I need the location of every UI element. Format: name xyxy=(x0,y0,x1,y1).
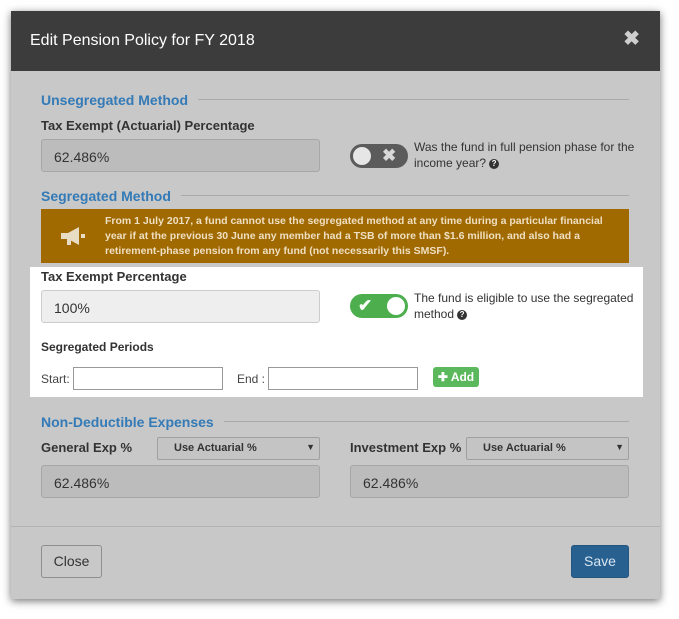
general-exp-field: 62.486% xyxy=(41,465,320,498)
segregated-section-title: Segregated Method xyxy=(41,188,181,204)
modal-header: Edit Pension Policy for FY 2018 ✖ xyxy=(11,11,660,71)
non-deductible-section-title: Non-Deductible Expenses xyxy=(41,414,224,430)
tax-exempt-percentage-label: Tax Exempt Percentage xyxy=(41,269,187,284)
investment-exp-label: Investment Exp % xyxy=(350,440,462,455)
tax-exempt-actuarial-label: Tax Exempt (Actuarial) Percentage xyxy=(41,118,255,133)
modal-title: Edit Pension Policy for FY 2018 xyxy=(30,32,255,49)
segregated-eligible-text: The fund is eligible to use the segregat… xyxy=(414,290,642,322)
megaphone-icon xyxy=(61,227,85,245)
tax-exempt-actuarial-field: 62.486% xyxy=(41,139,320,172)
segregated-eligible-toggle[interactable]: ✔ xyxy=(350,294,408,318)
investment-exp-select-value: Use Actuarial % xyxy=(483,442,566,454)
end-date-input[interactable] xyxy=(268,367,418,390)
close-button[interactable]: Close xyxy=(41,545,102,578)
plus-icon: ✚ xyxy=(437,370,448,384)
help-icon[interactable]: ? xyxy=(457,310,468,320)
start-label: Start: xyxy=(41,372,70,386)
general-exp-label: General Exp % xyxy=(41,440,133,455)
tax-exempt-percentage-field: 100% xyxy=(41,290,320,323)
chevron-down-icon: ▼ xyxy=(615,442,624,452)
edit-pension-policy-modal: Edit Pension Policy for FY 2018 ✖ Unsegr… xyxy=(11,11,660,599)
end-label: End : xyxy=(237,372,266,386)
cross-icon: ✖ xyxy=(382,146,397,165)
full-pension-phase-label: Was the fund in full pension phase for t… xyxy=(414,140,635,170)
general-exp-select[interactable]: Use Actuarial % ▼ xyxy=(157,437,320,460)
full-pension-phase-toggle[interactable]: ✖ xyxy=(350,144,408,168)
toggle-knob xyxy=(387,297,405,315)
investment-exp-select[interactable]: Use Actuarial % ▼ xyxy=(466,437,629,460)
full-pension-phase-text: Was the fund in full pension phase for t… xyxy=(414,139,642,171)
banner-text: From 1 July 2017, a fund cannot use the … xyxy=(105,215,603,257)
segregated-periods-label: Segregated Periods xyxy=(41,340,154,354)
save-button[interactable]: Save xyxy=(571,545,629,578)
add-period-button[interactable]: ✚ Add xyxy=(433,367,479,387)
help-icon[interactable]: ? xyxy=(489,159,500,169)
close-icon[interactable]: ✖ xyxy=(623,29,640,49)
check-icon: ✔ xyxy=(358,296,373,315)
start-date-input[interactable] xyxy=(73,367,223,390)
investment-exp-field: 62.486% xyxy=(350,465,629,498)
segregated-eligible-label: The fund is eligible to use the segregat… xyxy=(414,291,634,321)
segregated-warning-banner: From 1 July 2017, a fund cannot use the … xyxy=(41,209,629,263)
unsegregated-section-title: Unsegregated Method xyxy=(41,92,199,108)
add-button-label: Add xyxy=(450,370,475,384)
chevron-down-icon: ▼ xyxy=(306,442,315,452)
toggle-knob xyxy=(353,147,371,165)
footer-divider xyxy=(11,526,660,527)
general-exp-select-value: Use Actuarial % xyxy=(174,442,257,454)
